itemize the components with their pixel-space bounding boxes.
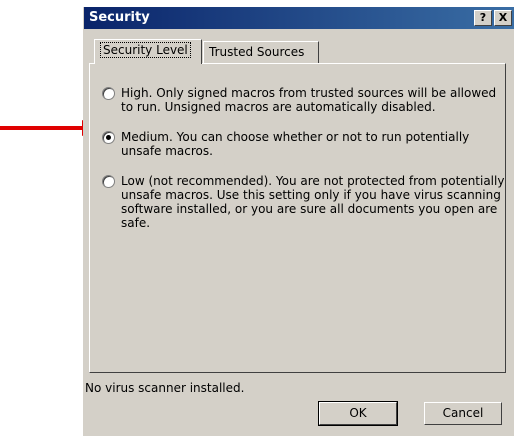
radio-medium[interactable] xyxy=(102,131,115,144)
option-label: High. Only signed macros from trusted so… xyxy=(121,86,497,114)
window-title: Security xyxy=(89,10,150,25)
help-button[interactable]: ? xyxy=(474,10,492,26)
tab-trusted-sources[interactable]: Trusted Sources xyxy=(203,41,319,63)
tab-label: Trusted Sources xyxy=(209,45,305,59)
cancel-button[interactable]: Cancel xyxy=(424,402,502,425)
security-dialog: Security ? X Security Level Trusted Sour… xyxy=(83,7,514,436)
ok-button[interactable]: OK xyxy=(318,401,398,426)
radio-low[interactable] xyxy=(102,175,115,188)
radio-selected-dot xyxy=(106,135,111,140)
tab-security-level[interactable]: Security Level xyxy=(94,39,202,64)
title-bar: Security ? X xyxy=(84,7,514,29)
tab-label: Security Level xyxy=(100,42,191,58)
security-level-panel: High. Only signed macros from trusted so… xyxy=(89,63,506,373)
option-label: Medium. You can choose whether or not to… xyxy=(121,130,470,158)
radio-high[interactable] xyxy=(102,87,115,100)
status-text: No virus scanner installed. xyxy=(85,381,245,395)
close-button[interactable]: X xyxy=(494,10,512,26)
option-label: Low (not recommended). You are not prote… xyxy=(121,174,505,230)
